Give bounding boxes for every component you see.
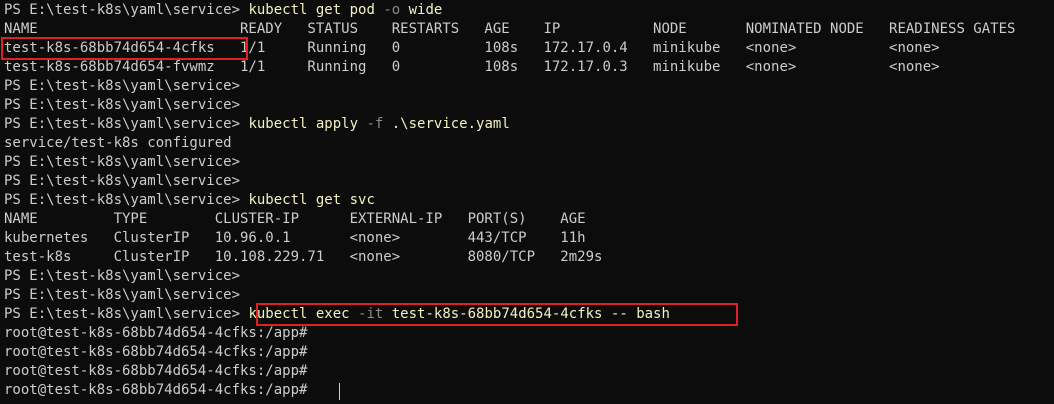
output-line: service/test-k8s configured (4, 134, 232, 153)
output-text: NAME TYPE CLUSTER-IP EXTERNAL-IP PORT(S)… (4, 211, 586, 227)
command-args: exec (307, 306, 359, 322)
output-line: test-k8s-68bb74d654-fvwmz 1/1 Running 0 … (4, 58, 940, 77)
command-line: PS E:\test-k8s\yaml\service> kubectl app… (4, 115, 510, 134)
output-line: kubernetes ClusterIP 10.96.0.1 <none> 44… (4, 229, 586, 248)
command-name: kubectl (248, 116, 308, 132)
prompt-line: PS E:\test-k8s\yaml\service> (4, 77, 240, 96)
prompt-line: PS E:\test-k8s\yaml\service> (4, 153, 240, 172)
prompt: PS E:\test-k8s\yaml\service> (4, 97, 241, 113)
output-line: root@test-k8s-68bb74d654-4cfks:/app# (4, 362, 307, 381)
command-line: PS E:\test-k8s\yaml\service> kubectl exe… (4, 305, 670, 324)
command-flag: -f (366, 116, 384, 132)
prompt-line: PS E:\test-k8s\yaml\service> (4, 172, 240, 191)
prompt: PS E:\test-k8s\yaml\service> (4, 306, 249, 322)
command-args: apply (307, 116, 367, 132)
text-cursor (339, 383, 340, 400)
output-text: test-k8s-68bb74d654-4cfks 1/1 Running 0 … (4, 40, 940, 56)
command-rest: wide (400, 2, 443, 18)
output-text: test-k8s-68bb74d654-fvwmz 1/1 Running 0 … (4, 59, 940, 75)
output-line: root@test-k8s-68bb74d654-4cfks:/app# (4, 343, 307, 362)
command-args: get pod (307, 2, 384, 18)
output-text: test-k8s ClusterIP 10.108.229.71 <none> … (4, 249, 603, 265)
prompt: PS E:\test-k8s\yaml\service> (4, 268, 241, 284)
output-text: root@test-k8s-68bb74d654-4cfks:/app# (4, 382, 316, 398)
output-line: root@test-k8s-68bb74d654-4cfks:/app# (4, 324, 307, 343)
output-line: test-k8s ClusterIP 10.108.229.71 <none> … (4, 248, 602, 267)
output-line: test-k8s-68bb74d654-4cfks 1/1 Running 0 … (4, 39, 940, 58)
prompt: PS E:\test-k8s\yaml\service> (4, 116, 249, 132)
command-name: kubectl (248, 306, 308, 322)
command-name: kubectl (248, 192, 308, 208)
command-rest: test-k8s-68bb74d654-4cfks -- bash (383, 306, 670, 322)
prompt: PS E:\test-k8s\yaml\service> (4, 2, 249, 18)
command-name: kubectl (248, 2, 308, 18)
command-flag: -it (358, 306, 384, 322)
command-line: PS E:\test-k8s\yaml\service> kubectl get… (4, 191, 375, 210)
output-text: root@test-k8s-68bb74d654-4cfks:/app# (4, 344, 308, 360)
output-text: root@test-k8s-68bb74d654-4cfks:/app# (4, 325, 308, 341)
prompt-line: PS E:\test-k8s\yaml\service> (4, 286, 240, 305)
terminal-window[interactable]: PS E:\test-k8s\yaml\service> kubectl get… (0, 0, 1054, 404)
prompt: PS E:\test-k8s\yaml\service> (4, 173, 241, 189)
command-flag: -o (383, 2, 401, 18)
output-text: service/test-k8s configured (4, 135, 232, 151)
command-rest: .\service.yaml (383, 116, 510, 132)
output-text: kubernetes ClusterIP 10.96.0.1 <none> 44… (4, 230, 586, 246)
prompt-line: PS E:\test-k8s\yaml\service> (4, 96, 240, 115)
prompt: PS E:\test-k8s\yaml\service> (4, 287, 241, 303)
prompt-line: PS E:\test-k8s\yaml\service> (4, 267, 240, 286)
output-line: NAME TYPE CLUSTER-IP EXTERNAL-IP PORT(S)… (4, 210, 586, 229)
command-args: get svc (307, 192, 375, 208)
output-line: root@test-k8s-68bb74d654-4cfks:/app# (4, 381, 316, 400)
prompt: PS E:\test-k8s\yaml\service> (4, 154, 241, 170)
output-line: NAME READY STATUS RESTARTS AGE IP NODE N… (4, 20, 1015, 39)
output-text: root@test-k8s-68bb74d654-4cfks:/app# (4, 363, 308, 379)
prompt: PS E:\test-k8s\yaml\service> (4, 78, 241, 94)
command-line: PS E:\test-k8s\yaml\service> kubectl get… (4, 1, 442, 20)
output-text: NAME READY STATUS RESTARTS AGE IP NODE N… (4, 21, 1016, 37)
prompt: PS E:\test-k8s\yaml\service> (4, 192, 249, 208)
